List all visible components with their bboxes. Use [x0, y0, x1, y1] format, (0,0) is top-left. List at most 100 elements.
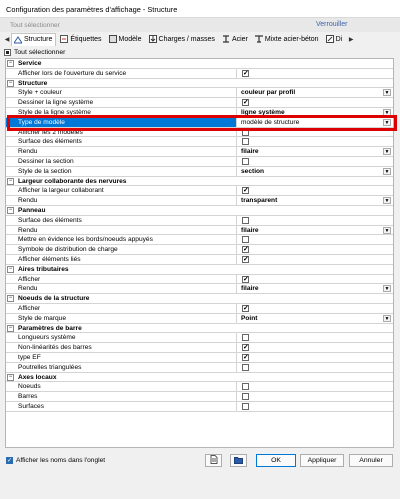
property-value[interactable]: ✓ — [236, 98, 393, 108]
category-row[interactable]: − Paramètres de barre — [6, 324, 393, 334]
property-checkbox[interactable]: ✓ — [242, 344, 249, 352]
property-checkbox[interactable] — [242, 138, 249, 146]
property-row[interactable]: Symbole de distribution de charge ✓ — [6, 245, 393, 255]
tab-structure[interactable]: Structure — [11, 32, 57, 46]
property-checkbox[interactable] — [242, 363, 249, 371]
property-row[interactable]: Rendu filaire ▼ — [6, 284, 393, 295]
property-row[interactable]: Non-linéarités des barres ✓ — [6, 343, 393, 353]
property-checkbox[interactable] — [242, 157, 249, 165]
property-value[interactable] — [236, 215, 393, 225]
property-value[interactable]: couleur par profil ▼ — [236, 88, 393, 98]
property-value[interactable] — [236, 362, 393, 372]
category-row[interactable]: − Axes locaux — [6, 373, 393, 383]
property-checkbox[interactable]: ✓ — [242, 246, 249, 254]
select-all-row[interactable]: Tout sélectionner — [4, 47, 396, 58]
property-row[interactable]: Afficher lors de l'ouverture du service ✓ — [6, 68, 393, 79]
dropdown-arrow-icon[interactable]: ▼ — [383, 314, 391, 322]
property-row[interactable]: Afficher éléments liés ✓ — [6, 254, 393, 265]
collapse-icon[interactable]: − — [7, 60, 14, 67]
property-value[interactable]: filaire ▼ — [236, 284, 393, 294]
property-value[interactable]: ✓ — [236, 303, 393, 313]
property-checkbox[interactable]: ✓ — [242, 275, 249, 283]
copy-settings-button[interactable] — [205, 454, 222, 467]
category-row[interactable]: − Service — [6, 59, 393, 69]
property-value[interactable] — [236, 127, 393, 137]
cancel-button[interactable]: Annuler — [349, 454, 393, 467]
dropdown-arrow-icon[interactable]: ▼ — [383, 285, 391, 293]
dropdown-arrow-icon[interactable]: ▼ — [383, 118, 391, 126]
tab-labels[interactable]: Étiquettes — [58, 33, 104, 46]
property-row[interactable]: Afficher les 2 modèles — [6, 127, 393, 138]
property-row[interactable]: Type de modèle modèle de structure ▼ — [6, 117, 393, 128]
category-row[interactable]: − Noeuds de la structure — [6, 294, 393, 304]
category-row[interactable]: − Panneau — [6, 206, 393, 216]
property-checkbox[interactable]: ✓ — [242, 255, 249, 263]
category-row[interactable]: − Structure — [6, 79, 393, 89]
dropdown-arrow-icon[interactable]: ▼ — [383, 226, 391, 234]
tab-composite[interactable]: Mixte acier-béton — [253, 33, 322, 46]
property-row[interactable]: Noeuds — [6, 382, 393, 393]
ok-button[interactable]: OK — [256, 454, 296, 467]
collapse-icon[interactable]: − — [7, 324, 14, 332]
property-checkbox[interactable] — [242, 334, 249, 342]
property-checkbox[interactable]: ✓ — [242, 353, 249, 361]
dropdown-arrow-icon[interactable]: ▼ — [383, 148, 391, 156]
property-value[interactable] — [236, 137, 393, 147]
property-checkbox[interactable] — [242, 216, 249, 224]
property-row[interactable]: Afficher la largeur collaborant ✓ — [6, 186, 393, 197]
tab-loads-masses[interactable]: Charges / masses — [147, 33, 218, 46]
property-row[interactable]: Rendu filaire ▼ — [6, 225, 393, 236]
select-all-link[interactable]: Tout sélectionner — [10, 22, 60, 29]
dropdown-arrow-icon[interactable]: ▼ — [383, 108, 391, 116]
property-checkbox[interactable]: ✓ — [242, 304, 249, 312]
chevron-right-icon[interactable]: ▶ — [347, 36, 355, 43]
property-value[interactable] — [236, 333, 393, 343]
chevron-left-icon[interactable]: ◀ — [3, 36, 11, 43]
property-value[interactable]: filaire ▼ — [236, 147, 393, 157]
property-checkbox[interactable] — [242, 383, 249, 391]
property-row[interactable]: Surfaces — [6, 401, 393, 412]
category-row[interactable]: − Largeur collaborante des nervures — [6, 177, 393, 187]
lock-link[interactable]: Verrouiller — [316, 21, 348, 28]
dropdown-arrow-icon[interactable]: ▼ — [383, 167, 391, 175]
property-row[interactable]: Barres — [6, 392, 393, 402]
property-checkbox[interactable]: ✓ — [242, 69, 249, 77]
property-value[interactable]: modèle de structure ▼ — [236, 117, 393, 127]
property-checkbox[interactable]: ✓ — [242, 99, 249, 107]
property-value[interactable]: filaire ▼ — [236, 225, 393, 235]
property-checkbox[interactable] — [242, 236, 249, 244]
save-settings-button[interactable] — [230, 454, 247, 467]
property-value[interactable]: ✓ — [236, 343, 393, 353]
property-value[interactable]: ✓ — [236, 245, 393, 255]
collapse-icon[interactable]: − — [7, 79, 14, 87]
property-row[interactable]: Style + couleur couleur par profil ▼ — [6, 88, 393, 99]
property-row[interactable]: Mettre en évidence les bords/noeuds appu… — [6, 235, 393, 246]
property-value[interactable]: transparent ▼ — [236, 196, 393, 206]
property-value[interactable] — [236, 401, 393, 411]
property-row[interactable]: Surface des éléments — [6, 215, 393, 226]
property-row[interactable]: Poutrelles triangulées — [6, 362, 393, 373]
property-row[interactable]: Style de la section section ▼ — [6, 166, 393, 177]
collapse-icon[interactable]: − — [7, 206, 14, 214]
property-row[interactable]: Dessiner la section — [6, 156, 393, 167]
property-row[interactable]: Rendu transparent ▼ — [6, 196, 393, 206]
property-row[interactable]: type EF ✓ — [6, 352, 393, 363]
tab-dimension[interactable]: Di — [324, 33, 346, 46]
collapse-icon[interactable]: − — [7, 177, 14, 185]
property-checkbox[interactable] — [242, 393, 249, 401]
show-tab-names-option[interactable]: ✓ Afficher les noms dans l'onglet — [6, 457, 105, 464]
property-value[interactable]: ✓ — [236, 186, 393, 196]
property-value[interactable]: ✓ — [236, 274, 393, 284]
property-value[interactable]: ✓ — [236, 68, 393, 78]
property-row[interactable]: Longueurs système — [6, 333, 393, 344]
property-value[interactable]: section ▼ — [236, 166, 393, 176]
property-value[interactable]: ✓ — [236, 352, 393, 362]
show-tab-names-checkbox[interactable]: ✓ — [6, 457, 13, 464]
property-row[interactable]: Style de la ligne système ligne système ▼ — [6, 107, 393, 118]
collapse-icon[interactable]: − — [7, 295, 14, 303]
property-value[interactable] — [236, 382, 393, 392]
property-checkbox[interactable] — [242, 128, 249, 136]
property-row[interactable]: Style de marque Point ▼ — [6, 313, 393, 324]
collapse-icon[interactable]: − — [7, 265, 14, 273]
property-value[interactable]: ✓ — [236, 254, 393, 264]
